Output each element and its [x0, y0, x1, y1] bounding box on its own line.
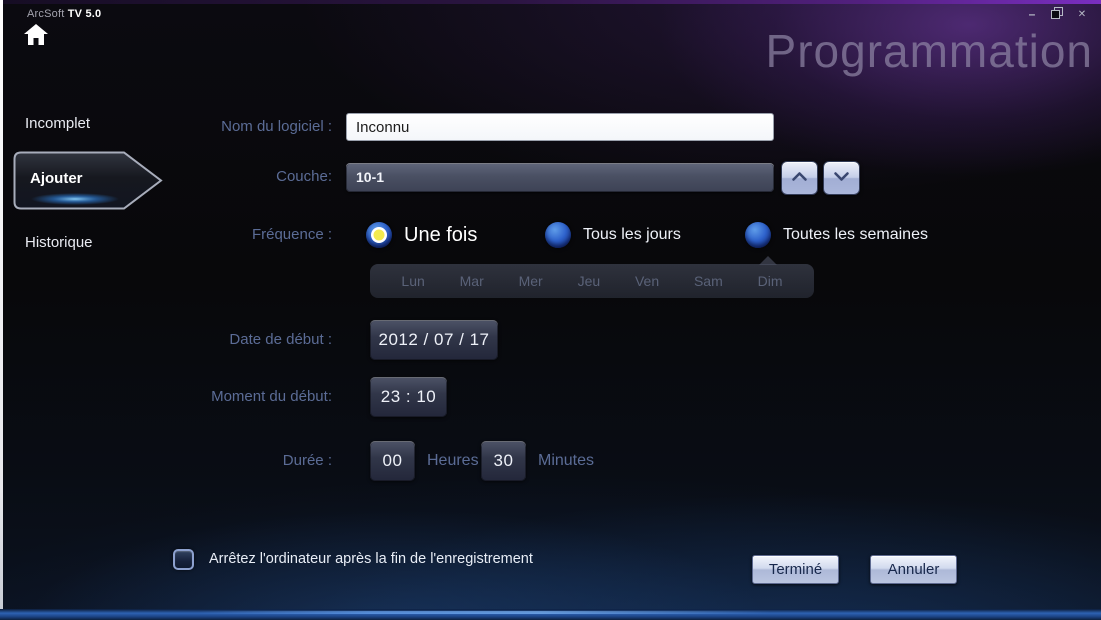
weekday-sam[interactable]: Sam — [694, 273, 723, 289]
duration-hours-field[interactable]: 00 — [370, 441, 415, 481]
window-controls: – ✕ — [1025, 7, 1089, 21]
app-window: ArcSoft TV 5.0 – ✕ Programmation Incompl… — [0, 0, 1101, 620]
frequency-option-weekly-label: Toutes les semaines — [783, 226, 928, 244]
duration-label: Durée : — [60, 451, 332, 471]
bottom-accent-bar — [0, 609, 1101, 620]
frequency-label: Fréquence : — [60, 225, 332, 245]
restore-icon — [1051, 7, 1063, 22]
start-time-field[interactable]: 23 : 10 — [370, 377, 447, 417]
chevron-up-icon — [791, 169, 808, 187]
weekday-lun[interactable]: Lun — [401, 273, 424, 289]
done-button[interactable]: Terminé — [752, 555, 839, 584]
restore-button[interactable] — [1050, 7, 1064, 21]
window-top-edge — [0, 0, 1101, 4]
radio-icon — [545, 222, 571, 248]
minimize-button[interactable]: – — [1025, 7, 1039, 21]
window-left-edge — [0, 0, 3, 609]
cancel-button[interactable]: Annuler — [870, 555, 957, 584]
ajouter-arrow-shape — [13, 197, 163, 214]
radio-icon — [745, 222, 771, 248]
home-icon — [24, 32, 48, 49]
duration-minutes-field[interactable]: 30 — [481, 441, 526, 481]
weekday-selector: Lun Mar Mer Jeu Ven Sam Dim — [370, 264, 814, 298]
weekday-mer[interactable]: Mer — [519, 273, 543, 289]
close-button[interactable]: ✕ — [1075, 7, 1089, 21]
frequency-option-weekly[interactable]: Toutes les semaines — [745, 222, 928, 248]
channel-down-button[interactable] — [823, 161, 860, 195]
weekday-jeu[interactable]: Jeu — [578, 273, 601, 289]
channel-up-button[interactable] — [781, 161, 818, 195]
program-name-label: Nom du logiciel : — [60, 117, 332, 137]
channel-field[interactable]: 10-1 — [346, 163, 774, 192]
brand-version: TV 5.0 — [68, 8, 102, 20]
weekday-mar[interactable]: Mar — [460, 273, 484, 289]
duration-hours-unit: Heures — [427, 451, 479, 471]
start-date-label: Date de début : — [60, 330, 332, 350]
home-button[interactable] — [24, 24, 48, 45]
page-title: Programmation — [766, 24, 1093, 78]
frequency-option-daily-label: Tous les jours — [583, 226, 681, 244]
app-brand: ArcSoft TV 5.0 — [27, 8, 101, 20]
frequency-option-once[interactable]: Une fois — [366, 222, 477, 248]
radio-selected-icon — [366, 222, 392, 248]
duration-minutes-unit: Minutes — [538, 451, 594, 471]
brand-name: ArcSoft — [27, 8, 64, 20]
shutdown-checkbox[interactable] — [173, 549, 194, 570]
frequency-option-daily[interactable]: Tous les jours — [545, 222, 681, 248]
chevron-down-icon — [833, 169, 850, 187]
start-date-field[interactable]: 2012 / 07 / 17 — [370, 320, 498, 360]
frequency-option-once-label: Une fois — [404, 224, 477, 247]
weekday-ven[interactable]: Ven — [635, 273, 659, 289]
start-time-label: Moment du début: — [60, 387, 332, 407]
shutdown-checkbox-label: Arrêtez l'ordinateur après la fin de l'e… — [209, 551, 533, 567]
channel-label: Couche: — [60, 167, 332, 187]
program-name-input[interactable] — [346, 113, 774, 141]
weekday-dim[interactable]: Dim — [758, 273, 783, 289]
